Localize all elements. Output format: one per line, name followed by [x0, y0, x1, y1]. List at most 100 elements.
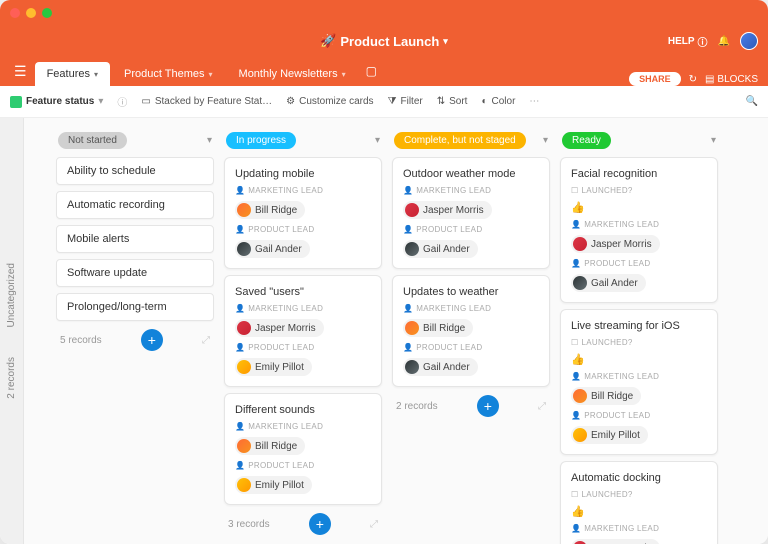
uncategorized-label: Uncategorized: [6, 263, 17, 327]
person-chip[interactable]: Gail Ander: [235, 240, 371, 258]
chevron-down-icon[interactable]: ▾: [543, 135, 548, 146]
add-card-button[interactable]: +: [477, 395, 499, 417]
minimize-window-icon[interactable]: [26, 8, 36, 18]
bell-icon[interactable]: 🔔: [718, 36, 730, 47]
status-pill[interactable]: In progress: [226, 132, 296, 149]
card[interactable]: Updates to weather👤MARKETING LEADBill Ri…: [392, 275, 550, 387]
card[interactable]: Automatic recording: [56, 191, 214, 219]
tab-product-themes[interactable]: Product Themes▾: [112, 62, 225, 86]
more-icon[interactable]: ⋯: [529, 96, 539, 107]
status-pill[interactable]: Ready: [562, 132, 611, 149]
chevron-down-icon[interactable]: ▾: [375, 135, 380, 146]
person-chip[interactable]: Jasper Morris: [403, 201, 539, 219]
person-chip[interactable]: Jasper Morris: [235, 319, 371, 337]
expand-icon[interactable]: ⤢: [538, 401, 546, 412]
marketing-lead-label: 👤MARKETING LEAD: [571, 524, 707, 533]
view-switcher[interactable]: Feature status ▾: [10, 96, 103, 108]
card[interactable]: Updating mobile👤MARKETING LEADBill Ridge…: [224, 157, 382, 269]
status-pill[interactable]: Complete, but not staged: [394, 132, 526, 149]
menu-icon[interactable]: ☰: [8, 63, 33, 80]
sort-button[interactable]: ⇅Sort: [437, 96, 468, 107]
person-chip[interactable]: Gail Ander: [403, 358, 539, 376]
product-lead-label: 👤PRODUCT LEAD: [235, 461, 371, 470]
person-chip[interactable]: Bill Ridge: [235, 201, 371, 219]
card[interactable]: Facial recognition☐LAUNCHED?👍👤MARKETING …: [560, 157, 718, 303]
kanban-icon: [10, 96, 22, 108]
kanban-board: Not started ▾ Ability to schedule Automatic…: [24, 118, 768, 544]
thumbs-up-icon: 👍: [571, 353, 707, 366]
card[interactable]: Outdoor weather mode👤MARKETING LEADJaspe…: [392, 157, 550, 269]
filter-button[interactable]: ⧩Filter: [388, 96, 423, 107]
chevron-down-icon: ▾: [342, 70, 346, 79]
person-chip[interactable]: Jasper Morris: [571, 539, 707, 544]
tabbar: ☰ Features▾Product Themes▾Monthly Newsle…: [0, 56, 768, 86]
stacked-by-button[interactable]: ▭Stacked by Feature Stat…: [141, 96, 272, 107]
blocks-button[interactable]: ▤BLOCKS: [705, 74, 758, 85]
expand-icon[interactable]: ⤢: [202, 335, 210, 346]
card-list: Ability to schedule Automatic recording Mo…: [56, 157, 214, 321]
card-title: Automatic docking: [571, 472, 707, 484]
column-header: Complete, but not staged ▾: [392, 132, 550, 149]
chevron-down-icon[interactable]: ▾: [711, 135, 716, 146]
person-chip[interactable]: Bill Ridge: [235, 437, 371, 455]
card-title: Different sounds: [235, 404, 371, 416]
add-card-button[interactable]: +: [309, 513, 331, 535]
card[interactable]: Mobile alerts: [56, 225, 214, 253]
history-icon[interactable]: ↻: [689, 74, 697, 85]
card-title: Saved "users": [235, 286, 371, 298]
launched-label: ☐LAUNCHED?: [571, 490, 707, 499]
color-button[interactable]: ◐Color: [481, 96, 515, 107]
column-green: Ready ▾ Facial recognition☐LAUNCHED?👍👤MARK…: [560, 132, 718, 530]
card-list: Facial recognition☐LAUNCHED?👍👤MARKETING …: [560, 157, 718, 544]
status-pill[interactable]: Not started: [58, 132, 127, 149]
avatar-icon: [237, 203, 251, 217]
avatar-icon: [405, 203, 419, 217]
help-icon: ⓘ: [698, 34, 708, 49]
expand-icon[interactable]: ⤢: [370, 519, 378, 530]
launched-label: ☐LAUNCHED?: [571, 338, 707, 347]
card[interactable]: Automatic docking☐LAUNCHED?👍👤MARKETING L…: [560, 461, 718, 544]
column-footer: 3 records+⤢: [224, 505, 382, 535]
avatar-icon: [237, 360, 251, 374]
base-title[interactable]: 🚀 Product Launch ▾: [320, 33, 448, 49]
share-button[interactable]: SHARE: [629, 72, 681, 86]
card[interactable]: Live streaming for iOS ☐LAUNCHED? 👍 👤MARKET…: [560, 309, 718, 455]
person-chip[interactable]: Emily Pillot: [235, 358, 371, 376]
person-chip[interactable]: Jasper Morris: [571, 235, 707, 253]
tab-features[interactable]: Features▾: [35, 62, 110, 86]
launched-label: ☐LAUNCHED?: [571, 186, 707, 195]
help-button[interactable]: HELP ⓘ: [668, 34, 708, 49]
card[interactable]: Different sounds👤MARKETING LEADBill Ridg…: [224, 393, 382, 505]
person-chip[interactable]: Bill Ridge: [403, 319, 539, 337]
card[interactable]: Prolonged/long-term: [56, 293, 214, 321]
person-chip[interactable]: Emily Pillot: [571, 426, 707, 444]
add-tab-button[interactable]: ▢: [360, 60, 383, 82]
search-icon[interactable]: 🔍: [746, 96, 758, 107]
close-window-icon[interactable]: [10, 8, 20, 18]
record-count: 2 records: [396, 401, 438, 412]
card[interactable]: Saved "users"👤MARKETING LEADJasper Morri…: [224, 275, 382, 387]
gear-icon: ⚙: [286, 96, 295, 107]
person-chip[interactable]: Gail Ander: [571, 274, 707, 292]
card-title: Live streaming for iOS: [571, 320, 707, 332]
person-chip[interactable]: Gail Ander: [403, 240, 539, 258]
user-avatar[interactable]: [740, 32, 758, 50]
add-card-button[interactable]: +: [141, 329, 163, 351]
card[interactable]: Ability to schedule: [56, 157, 214, 185]
person-chip[interactable]: Bill Ridge: [571, 387, 707, 405]
rocket-icon: 🚀: [320, 33, 336, 49]
collapsed-sidebar[interactable]: Uncategorized 2 records: [0, 118, 24, 544]
customize-cards-button[interactable]: ⚙Customize cards: [286, 96, 373, 107]
maximize-window-icon[interactable]: [42, 8, 52, 18]
person-chip[interactable]: Emily Pillot: [235, 476, 371, 494]
tab-monthly-newsletters[interactable]: Monthly Newsletters▾: [227, 62, 358, 86]
people-icon[interactable]: ⓘ: [117, 94, 127, 109]
avatar-icon: [573, 428, 587, 442]
column-footer: 5 records+⤢: [56, 321, 214, 351]
card[interactable]: Software update: [56, 259, 214, 287]
chevron-down-icon[interactable]: ▾: [207, 135, 212, 146]
marketing-lead-label: 👤MARKETING LEAD: [571, 372, 707, 381]
product-lead-label: 👤PRODUCT LEAD: [571, 411, 707, 420]
sidebar-count: 2 records: [6, 357, 17, 399]
base-name: Product Launch: [340, 34, 439, 49]
